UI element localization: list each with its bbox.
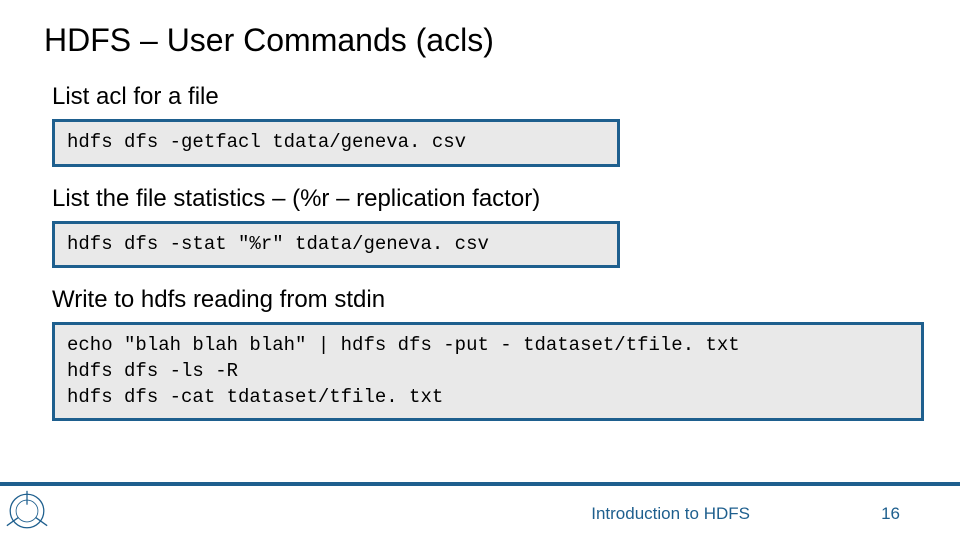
code-block: echo "blah blah blah" | hdfs dfs -put - … (52, 322, 924, 421)
footer: Introduction to HDFS 16 (0, 482, 960, 540)
section-label: List acl for a file (52, 83, 916, 111)
page-number: 16 (881, 504, 900, 524)
slide: HDFS – User Commands (acls) List acl for… (0, 0, 960, 540)
section-label: List the file statistics – (%r – replica… (52, 185, 916, 213)
code-block: hdfs dfs -getfacl tdata/geneva. csv (52, 119, 620, 167)
cern-logo-icon (6, 490, 48, 532)
slide-title: HDFS – User Commands (acls) (44, 22, 916, 59)
code-block: hdfs dfs -stat "%r" tdata/geneva. csv (52, 221, 620, 269)
section-label: Write to hdfs reading from stdin (52, 286, 916, 314)
footer-text: Introduction to HDFS (591, 504, 750, 524)
footer-divider (0, 482, 960, 486)
